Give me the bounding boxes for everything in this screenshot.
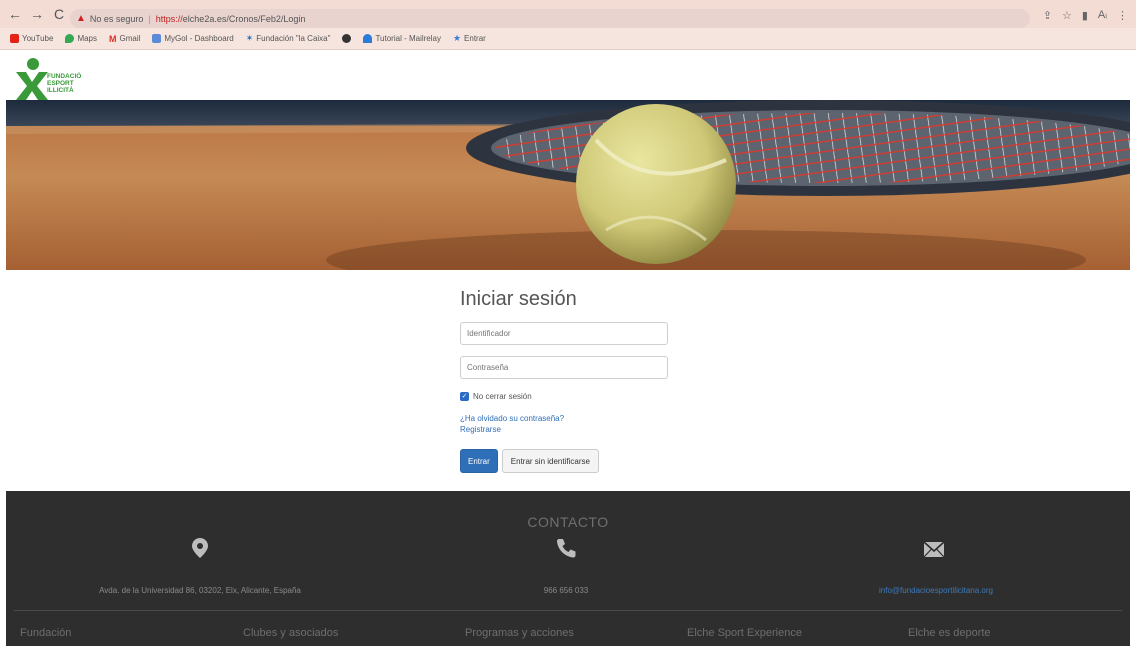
- warning-icon: ▲: [76, 13, 86, 24]
- identifier-input[interactable]: [460, 322, 668, 345]
- login-links: ¿Ha olvidado su contraseña? Registrarse: [460, 413, 690, 435]
- footer-nav-elche-sport-experience[interactable]: Elche Sport Experience: [687, 627, 802, 639]
- submit-button[interactable]: Entrar: [460, 449, 498, 473]
- sidepanel-icon[interactable]: ▮: [1082, 9, 1088, 22]
- bookmark-mygol[interactable]: MyGol - Dashboard: [152, 34, 234, 43]
- bookmarks-bar: YouTube Maps M Gmail MyGol - Dashboard ✶ F…: [0, 28, 1136, 50]
- youtube-icon: [10, 34, 19, 43]
- footer-nav-programas[interactable]: Programas y acciones: [465, 627, 574, 639]
- footer-address: Avda. de la Universidad 86, 03202, Elx, …: [99, 586, 301, 595]
- logo-line: FUNDACIÓ: [47, 73, 82, 80]
- gmail-icon: M: [109, 33, 117, 44]
- runner-icon: ★: [452, 33, 462, 43]
- bookmark-entrar[interactable]: ★ Entrar: [453, 33, 486, 44]
- envelope-icon: [923, 541, 945, 558]
- footer-email[interactable]: info@fundacioesportilicitana.org: [786, 586, 1086, 595]
- mygol-icon: [152, 34, 162, 43]
- back-arrow-icon[interactable]: ←: [4, 6, 26, 22]
- star-icon[interactable]: ☆: [1062, 9, 1072, 22]
- bookmark-label: Gmail: [119, 34, 141, 43]
- login-form: Iniciar sesión ✓ No cerrar sesión ¿Ha ol…: [460, 288, 690, 473]
- guest-login-button[interactable]: Entrar sin identificarse: [501, 449, 599, 473]
- bookmark-label: Tutorial - Mailrelay: [375, 34, 441, 43]
- phone-icon: [557, 539, 576, 558]
- tennis-banner-image: [6, 100, 1130, 270]
- url-path: elche2a.es/Cronos/Feb2/Login: [182, 13, 306, 24]
- keep-session-checkbox[interactable]: ✓: [460, 391, 469, 401]
- bookmark-maps[interactable]: Maps: [65, 34, 97, 43]
- bookmark-globe[interactable]: [342, 34, 352, 43]
- footer-phone[interactable]: 966 656 033: [416, 586, 716, 595]
- bookmark-label: Entrar: [464, 34, 486, 43]
- footer: CONTACTO Avda. de la Universidad 86, 032…: [6, 491, 1130, 646]
- reload-icon[interactable]: C: [48, 6, 70, 22]
- location-pin-icon: [192, 538, 208, 558]
- url-scheme: https://: [155, 13, 183, 24]
- bookmark-label: YouTube: [22, 34, 54, 43]
- bookmark-gmail[interactable]: M Gmail: [109, 34, 140, 44]
- logo-line: ESPORT: [47, 80, 74, 87]
- footer-divider: [14, 610, 1122, 611]
- bookmark-label: Fundación "la Caixa": [256, 34, 331, 43]
- bookmark-mailrelay[interactable]: Tutorial - Mailrelay: [363, 34, 441, 43]
- la-caixa-star-icon: ✶: [245, 33, 254, 43]
- login-buttons: Entrar Entrar sin identificarse: [460, 449, 690, 473]
- footer-nav-elche-es-deporte[interactable]: Elche es deporte: [908, 627, 991, 639]
- bookmark-label: MyGol - Dashboard: [164, 34, 234, 43]
- bookmark-fundacion-la-caixa[interactable]: ✶ Fundación "la Caixa": [246, 33, 331, 44]
- keep-session-label[interactable]: No cerrar sesión: [473, 392, 532, 401]
- url-separator: |: [148, 13, 151, 24]
- mailrelay-icon: [363, 34, 373, 43]
- browser-actions: ⇪ ☆ ▮ Aᵢ ⋮: [1043, 9, 1128, 22]
- footer-title: CONTACTO: [527, 514, 609, 530]
- register-link[interactable]: Registrarse: [460, 424, 690, 435]
- forward-arrow-icon[interactable]: →: [26, 6, 48, 22]
- logo-text: FUNDACIÓ ESPORT ILLICITÀ: [47, 73, 81, 94]
- share-icon[interactable]: ⇪: [1043, 9, 1052, 22]
- maps-pin-icon: [65, 34, 75, 43]
- forgot-password-link[interactable]: ¿Ha olvidado su contraseña?: [460, 413, 690, 424]
- password-input[interactable]: [460, 356, 668, 379]
- address-bar[interactable]: ▲ No es seguro | https:// elche2a.es/Cro…: [70, 9, 1030, 28]
- footer-nav-fundacion[interactable]: Fundación: [20, 627, 71, 639]
- menu-icon[interactable]: ⋮: [1117, 9, 1128, 22]
- keep-session-row[interactable]: ✓ No cerrar sesión: [460, 390, 690, 402]
- security-label: No es seguro: [89, 13, 144, 24]
- footer-nav-clubes[interactable]: Clubes y asociados: [243, 627, 338, 639]
- translate-icon[interactable]: Aᵢ: [1098, 9, 1107, 22]
- login-title: Iniciar sesión: [460, 288, 577, 310]
- globe-icon: [342, 34, 352, 43]
- bookmark-youtube[interactable]: YouTube: [10, 34, 53, 43]
- bookmark-label: Maps: [77, 34, 97, 43]
- logo-line: ILLICITÀ: [47, 87, 74, 94]
